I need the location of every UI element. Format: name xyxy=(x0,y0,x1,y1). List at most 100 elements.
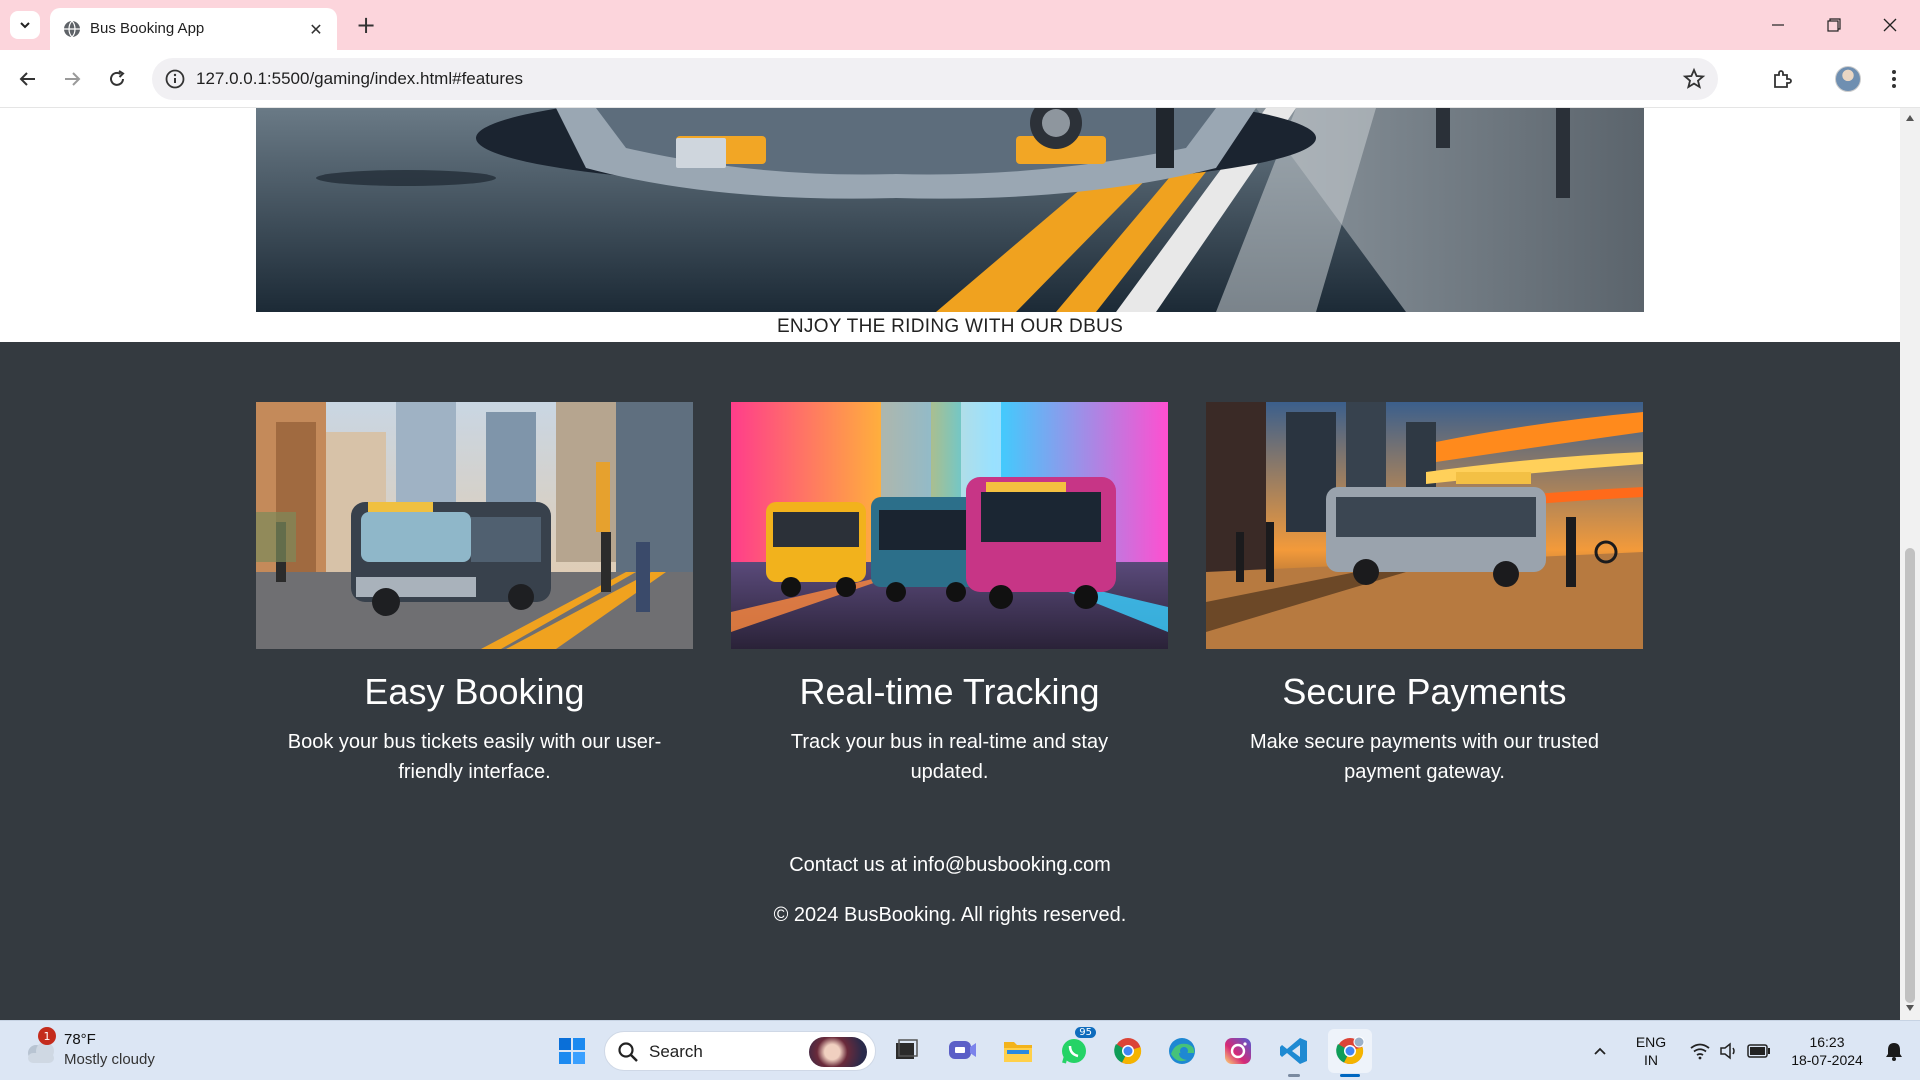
scrollbar-thumb[interactable] xyxy=(1905,548,1915,1003)
footer-copyright: © 2024 BusBooking. All rights reserved. xyxy=(773,904,1127,926)
weather-temperature: 78°F xyxy=(64,1031,96,1048)
clock[interactable]: 16:23 18-07-2024 xyxy=(1782,1033,1872,1069)
notifications-button[interactable] xyxy=(1876,1029,1912,1073)
feature-image-real-time-tracking xyxy=(731,402,1168,649)
browser-tab-bar: Bus Booking App ✕ + xyxy=(0,0,1920,50)
new-tab-button[interactable]: + xyxy=(352,11,380,39)
instagram-app-button[interactable] xyxy=(1216,1029,1260,1073)
browser-menu-button[interactable] xyxy=(1878,63,1910,95)
instagram-icon xyxy=(1225,1038,1251,1064)
page-viewport[interactable]: ENJOY THE RIDING WITH OUR DBUS Easy Book… xyxy=(0,108,1900,1020)
reload-icon xyxy=(110,70,125,86)
weather-widget[interactable]: 1 78°F Mostly cloudy xyxy=(20,1027,170,1073)
clock-time: 16:23 xyxy=(1809,1034,1845,1050)
close-window-button[interactable] xyxy=(1862,0,1918,50)
feature-title: Secure Payments xyxy=(1282,671,1567,712)
edge-app-button[interactable] xyxy=(1160,1029,1204,1073)
feature-card-easy-booking: Easy Booking Book your bus tickets easil… xyxy=(256,402,693,787)
url-text[interactable]: 127.0.0.1:5500/gaming/index.html#feature… xyxy=(196,69,523,89)
region-code: IN xyxy=(1644,1052,1658,1068)
start-button[interactable] xyxy=(550,1029,594,1073)
feature-description: Make secure payments with our trusted pa… xyxy=(1249,731,1600,783)
profile-button[interactable] xyxy=(1832,63,1864,95)
hero-caption: ENJOY THE RIDING WITH OUR DBUS xyxy=(776,316,1124,337)
scroll-down-arrow[interactable] xyxy=(1904,1002,1916,1014)
active-window-indicator xyxy=(1340,1074,1360,1077)
page-scrollbar[interactable] xyxy=(1900,108,1920,1020)
vscode-icon xyxy=(1280,1038,1307,1064)
close-tab-icon[interactable]: ✕ xyxy=(305,18,327,40)
features-section: Easy Booking Book your bus tickets easil… xyxy=(0,342,1900,1020)
feature-description: Book your bus tickets easily with our us… xyxy=(287,731,662,783)
edge-icon xyxy=(1169,1038,1195,1064)
task-view-button[interactable] xyxy=(884,1029,928,1073)
weather-alert-badge: 1 xyxy=(38,1027,56,1045)
footer-contact: Contact us at info@busbooking.com xyxy=(789,854,1111,876)
restore-icon xyxy=(1827,18,1841,32)
tab-title: Bus Booking App xyxy=(90,20,205,37)
windows-taskbar: 1 78°F Mostly cloudy Search 95 ENG IN 16… xyxy=(0,1020,1920,1080)
wifi-icon xyxy=(1690,1043,1710,1060)
file-explorer-button[interactable] xyxy=(996,1029,1040,1073)
bell-icon xyxy=(1886,1043,1902,1061)
forward-button[interactable] xyxy=(56,63,88,95)
chevron-up-icon xyxy=(1594,1047,1606,1055)
triangle-down-icon xyxy=(1906,1005,1914,1011)
chevron-down-icon xyxy=(20,22,30,29)
feature-image-easy-booking xyxy=(256,402,693,649)
hero-bus-image xyxy=(256,108,1644,312)
chrome-icon xyxy=(1336,1036,1365,1065)
whatsapp-button[interactable]: 95 xyxy=(1052,1027,1096,1073)
minimize-icon xyxy=(1772,24,1784,26)
scroll-up-arrow[interactable] xyxy=(1904,112,1916,124)
minimize-button[interactable] xyxy=(1750,0,1806,50)
chrome-profile-app-button[interactable] xyxy=(1328,1029,1372,1077)
site-info-icon[interactable] xyxy=(164,68,186,90)
browser-toolbar: 127.0.0.1:5500/gaming/index.html#feature… xyxy=(0,50,1920,108)
search-icon xyxy=(618,1042,638,1062)
folder-icon xyxy=(1004,1042,1032,1062)
feature-description: Track your bus in real-time and stay upd… xyxy=(790,731,1109,783)
windows-logo-icon xyxy=(559,1038,585,1064)
feature-card-secure-payments: Secure Payments Make secure payments wit… xyxy=(1206,402,1643,787)
system-tray-status[interactable] xyxy=(1680,1029,1780,1073)
clock-date: 18-07-2024 xyxy=(1791,1052,1863,1068)
taskbar-search-box[interactable]: Search xyxy=(604,1031,876,1071)
address-bar[interactable]: 127.0.0.1:5500/gaming/index.html#feature… xyxy=(152,58,1718,100)
notification-count-badge: 95 xyxy=(1075,1027,1096,1038)
task-view-icon xyxy=(896,1039,918,1059)
triangle-up-icon xyxy=(1906,115,1914,121)
feature-title: Easy Booking xyxy=(364,671,585,712)
bookmark-star-icon[interactable] xyxy=(1682,67,1706,91)
weather-description: Mostly cloudy xyxy=(64,1051,155,1068)
tab-search-button[interactable] xyxy=(10,11,40,39)
feature-title: Real-time Tracking xyxy=(799,671,1100,712)
volume-icon xyxy=(1720,1042,1735,1060)
language-indicator[interactable]: ENG IN xyxy=(1628,1033,1674,1069)
vscode-app-button[interactable] xyxy=(1272,1029,1316,1077)
avatar xyxy=(1835,66,1861,92)
puzzle-icon xyxy=(1774,70,1792,88)
restore-button[interactable] xyxy=(1806,0,1862,50)
extensions-button[interactable] xyxy=(1766,63,1798,95)
feature-image-secure-payments xyxy=(1206,402,1643,649)
show-hidden-icons-button[interactable] xyxy=(1580,1029,1620,1073)
search-highlight-image xyxy=(809,1037,867,1067)
globe-icon xyxy=(64,20,80,38)
reload-button[interactable] xyxy=(101,63,133,95)
search-label: Search xyxy=(649,1042,703,1061)
video-chat-icon xyxy=(949,1041,976,1059)
language-code: ENG xyxy=(1635,1034,1667,1050)
running-indicator xyxy=(1288,1074,1300,1077)
back-button[interactable] xyxy=(12,63,44,95)
whatsapp-icon xyxy=(1062,1039,1086,1064)
chrome-app-button[interactable] xyxy=(1106,1029,1150,1073)
arrow-left-icon xyxy=(19,72,35,86)
teams-app-button[interactable] xyxy=(940,1029,984,1073)
browser-tab-active[interactable]: Bus Booking App ✕ xyxy=(50,8,337,50)
close-icon xyxy=(1883,18,1897,32)
arrow-right-icon xyxy=(65,72,81,86)
more-vertical-icon xyxy=(1892,70,1896,88)
battery-icon xyxy=(1747,1044,1770,1058)
feature-card-real-time-tracking: Real-time Tracking Track your bus in rea… xyxy=(731,402,1168,787)
